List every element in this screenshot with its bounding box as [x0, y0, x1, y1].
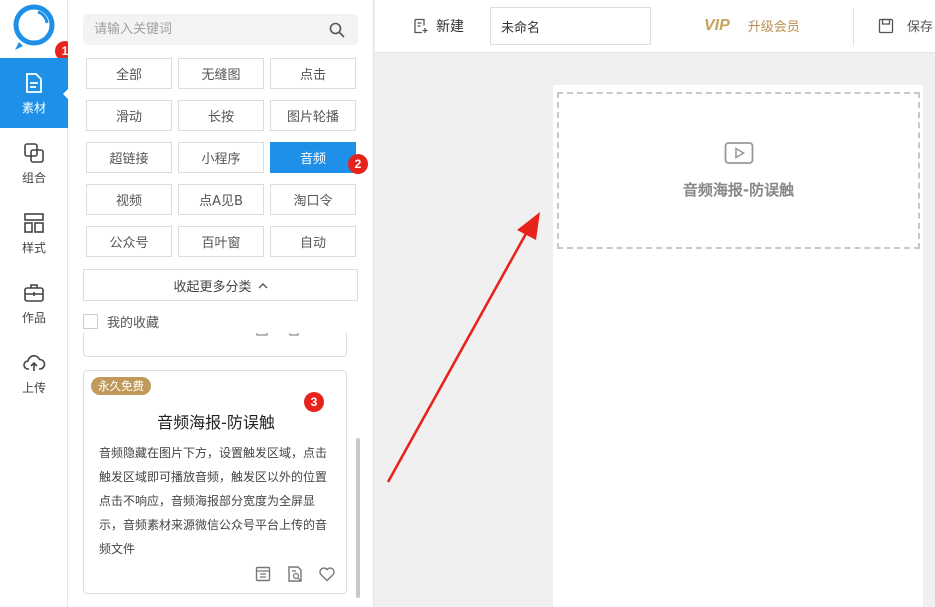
heart-icon[interactable]	[318, 565, 336, 583]
free-badge: 永久免费	[91, 377, 151, 395]
card-title: 音频海报-防误触	[157, 413, 275, 432]
panel-scrollbar[interactable]	[356, 438, 360, 598]
search-input[interactable]	[83, 14, 313, 45]
vip-logo: VIP	[704, 16, 730, 34]
tag-video[interactable]: 视频	[86, 184, 172, 215]
tag-blinds[interactable]: 百叶窗	[178, 226, 264, 257]
search-bar	[83, 14, 358, 45]
template-icon[interactable]	[254, 565, 272, 583]
save-button[interactable]: 保存	[878, 16, 933, 35]
new-button[interactable]: 新建	[413, 16, 464, 36]
nav-item-label: 上传	[21, 380, 46, 395]
tag-seamless[interactable]: 无缝图	[178, 58, 264, 89]
tag-official-account[interactable]: 公众号	[86, 226, 172, 257]
preview-icon[interactable]	[289, 333, 301, 336]
material-panel: 全部 无缝图 点击 滑动 长按 图片轮播 超链接 小程序 音频 视频 点A见B …	[68, 0, 374, 607]
editor-canvas[interactable]: 音频海报-防误触	[553, 85, 923, 607]
chevron-up-icon	[258, 282, 267, 288]
cloud-upload-icon	[23, 354, 46, 371]
tag-mini-program[interactable]: 小程序	[178, 142, 264, 173]
save-label: 保存	[907, 20, 934, 35]
nav-item-label: 素材	[21, 100, 46, 115]
toolbar-divider	[853, 8, 854, 46]
annotation-badge-2: 2	[348, 154, 368, 174]
nav-item-label: 组合	[21, 170, 46, 185]
heart-icon[interactable]	[321, 333, 333, 336]
nav-item-works[interactable]: 作品	[0, 268, 68, 338]
card-actions	[254, 565, 336, 583]
project-name-input[interactable]	[490, 7, 651, 45]
video-play-icon	[724, 142, 753, 164]
save-icon	[878, 18, 894, 33]
upgrade-label: 升级会员	[747, 20, 800, 35]
collapse-categories-button[interactable]: 收起更多分类	[83, 269, 358, 301]
briefcase-icon	[24, 283, 44, 302]
template-icon[interactable]	[256, 333, 268, 336]
file-icon	[26, 72, 42, 93]
tag-hyperlink[interactable]: 超链接	[86, 142, 172, 173]
favorites-checkbox[interactable]	[83, 314, 98, 329]
nav-item-label: 作品	[21, 310, 46, 325]
tag-audio[interactable]: 音频	[270, 142, 356, 173]
tag-long-press[interactable]: 长按	[178, 100, 264, 131]
tag-click-a-see-b[interactable]: 点A见B	[178, 184, 264, 215]
new-document-icon	[414, 18, 428, 34]
top-toolbar: 新建 VIP 升级会员 保存	[375, 0, 935, 53]
material-list: 永久免费 音频海报-防误触 音频隐藏在图片下方，设置触发区域，点击触发区域即可播…	[83, 333, 358, 607]
tag-all[interactable]: 全部	[86, 58, 172, 89]
placeholder-title: 音频海报-防误触	[682, 181, 795, 199]
upgrade-vip-button[interactable]: VIP 升级会员	[704, 16, 800, 36]
combine-icon	[24, 142, 44, 163]
audio-component-placeholder[interactable]: 音频海报-防误触	[557, 92, 920, 249]
card-description: 音频隐藏在图片下方，设置触发区域，点击触发区域即可播放音频，触发区以外的位置点击…	[99, 446, 328, 556]
tag-taobao-code[interactable]: 淘口令	[270, 184, 356, 215]
tag-click[interactable]: 点击	[270, 58, 356, 89]
tag-auto[interactable]: 自动	[270, 226, 356, 257]
favorites-toggle[interactable]: 我的收藏	[83, 312, 159, 331]
favorites-label: 我的收藏	[107, 316, 160, 331]
annotation-arrow	[386, 212, 540, 483]
nav-item-material[interactable]: 素材	[0, 58, 69, 128]
category-tags: 全部 无缝图 点击 滑动 长按 图片轮播 超链接 小程序 音频 视频 点A见B …	[86, 58, 358, 257]
tag-carousel[interactable]: 图片轮播	[270, 100, 356, 131]
annotation-badge-3: 3	[304, 392, 324, 412]
preview-icon[interactable]	[286, 565, 304, 583]
tag-swipe[interactable]: 滑动	[86, 100, 172, 131]
nav-item-combine[interactable]: 组合	[0, 128, 68, 198]
app-logo[interactable]	[10, 4, 58, 54]
left-nav: 1 素材 组合 样式 作品 上传	[0, 0, 75, 607]
nav-item-upload[interactable]: 上传	[0, 338, 68, 408]
collapse-label: 收起更多分类	[173, 279, 252, 295]
layout-icon	[24, 212, 44, 233]
nav-item-label: 样式	[21, 240, 46, 255]
search-icon[interactable]	[329, 22, 345, 38]
new-label: 新建	[436, 19, 464, 35]
nav-item-style[interactable]: 样式	[0, 198, 68, 268]
material-card-previous[interactable]	[83, 333, 347, 357]
